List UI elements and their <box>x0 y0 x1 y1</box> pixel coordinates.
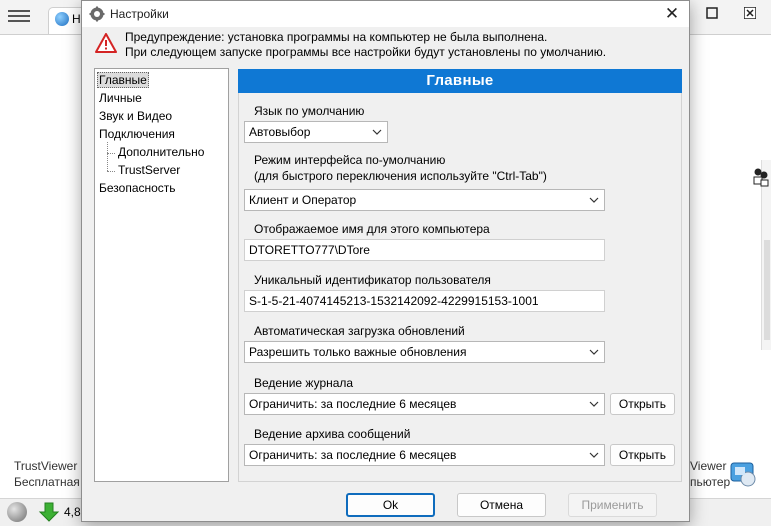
download-arrow-icon <box>38 502 60 522</box>
chevron-down-icon <box>589 197 599 203</box>
tree-item-security[interactable]: Безопасность <box>99 181 176 195</box>
open-log-button[interactable]: Открыть <box>610 393 675 415</box>
globe-icon <box>55 12 69 26</box>
restore-icon[interactable] <box>697 3 727 25</box>
language-label: Язык по умолчанию <box>254 104 365 118</box>
tree-connector <box>107 153 115 154</box>
logging-select[interactable]: Ограничить: за последние 6 месяцев <box>244 393 605 415</box>
tree-item-general[interactable]: Главные <box>97 72 149 88</box>
tree-item-connections[interactable]: Подключения <box>99 127 175 141</box>
logging-label: Ведение журнала <box>254 376 354 390</box>
tree-item-trustserver[interactable]: TrustServer <box>118 163 180 177</box>
gear-icon <box>89 6 105 22</box>
background-right-subtext: пьютер <box>690 475 731 489</box>
chevron-down-icon <box>589 349 599 355</box>
archive-select[interactable]: Ограничить: за последние 6 месяцев <box>244 444 605 466</box>
close-icon[interactable] <box>735 3 765 25</box>
language-select-value: Автовыбор <box>249 125 311 139</box>
status-number: 4,8 <box>64 505 81 519</box>
display-name-label: Отображаемое имя для этого компьютера <box>254 222 490 236</box>
background-brand-text: TrustViewer <box>14 459 78 473</box>
hamburger-menu-icon[interactable] <box>6 7 32 27</box>
ui-mode-label: Режим интерфейса по-умолчанию <box>254 153 446 167</box>
ui-mode-select-value: Клиент и Оператор <box>249 193 357 207</box>
archive-label: Ведение архива сообщений <box>254 427 411 441</box>
tree-item-advanced[interactable]: Дополнительно <box>118 145 204 159</box>
archive-select-value: Ограничить: за последние 6 месяцев <box>249 448 457 462</box>
user-id-label: Уникальный идентификатор пользователя <box>254 273 491 287</box>
open-archive-button[interactable]: Открыть <box>610 444 675 466</box>
updates-select[interactable]: Разрешить только важные обновления <box>244 341 605 363</box>
ui-mode-select[interactable]: Клиент и Оператор <box>244 189 605 211</box>
tree-connector <box>107 171 115 172</box>
dialog-title: Настройки <box>110 7 169 21</box>
dialog-close-button[interactable]: ✕ <box>655 1 689 27</box>
settings-tree: Главные Личные Звук и Видео Подключения … <box>94 68 229 482</box>
warning-text-line1: Предупреждение: установка программы на к… <box>125 30 548 44</box>
background-tab-label: Н <box>72 12 81 26</box>
display-name-field[interactable]: DTORETTO777\DTore <box>244 239 605 261</box>
updates-label: Автоматическая загрузка обновлений <box>254 324 465 338</box>
apply-button[interactable]: Применить <box>568 493 657 517</box>
warning-text-line2: При следующем запуске программы все наст… <box>125 45 607 59</box>
background-brand-subtext: Бесплатная <box>14 475 80 489</box>
chevron-down-icon <box>372 129 382 135</box>
dialog-titlebar: Настройки ✕ <box>82 1 689 27</box>
logging-select-value: Ограничить: за последние 6 месяцев <box>249 397 457 411</box>
ok-button[interactable]: Ok <box>346 493 435 517</box>
trustviewer-logo-icon <box>730 462 756 487</box>
background-right-text: Viewer <box>690 459 727 473</box>
user-id-field[interactable]: S-1-5-21-4074145213-1532142092-422991515… <box>244 290 605 312</box>
settings-dialog: Настройки ✕ Предупреждение: установка пр… <box>81 0 690 522</box>
chevron-down-icon <box>589 452 599 458</box>
users-icon <box>753 168 769 187</box>
ui-mode-hint: (для быстрого переключения используйте "… <box>254 169 547 183</box>
tree-item-sound-video[interactable]: Звук и Видео <box>99 109 172 123</box>
general-settings-panel: Язык по умолчанию Автовыбор Режим интерф… <box>238 93 682 482</box>
panel-header: Главные <box>238 69 682 93</box>
chevron-down-icon <box>589 401 599 407</box>
warning-icon <box>95 33 117 53</box>
tree-connector <box>107 142 108 171</box>
network-globe-icon <box>7 502 27 522</box>
background-scrollbar[interactable] <box>761 160 771 350</box>
cancel-button[interactable]: Отмена <box>457 493 546 517</box>
updates-select-value: Разрешить только важные обновления <box>249 345 467 359</box>
language-select[interactable]: Автовыбор <box>244 121 388 143</box>
tree-item-personal[interactable]: Личные <box>99 91 142 105</box>
